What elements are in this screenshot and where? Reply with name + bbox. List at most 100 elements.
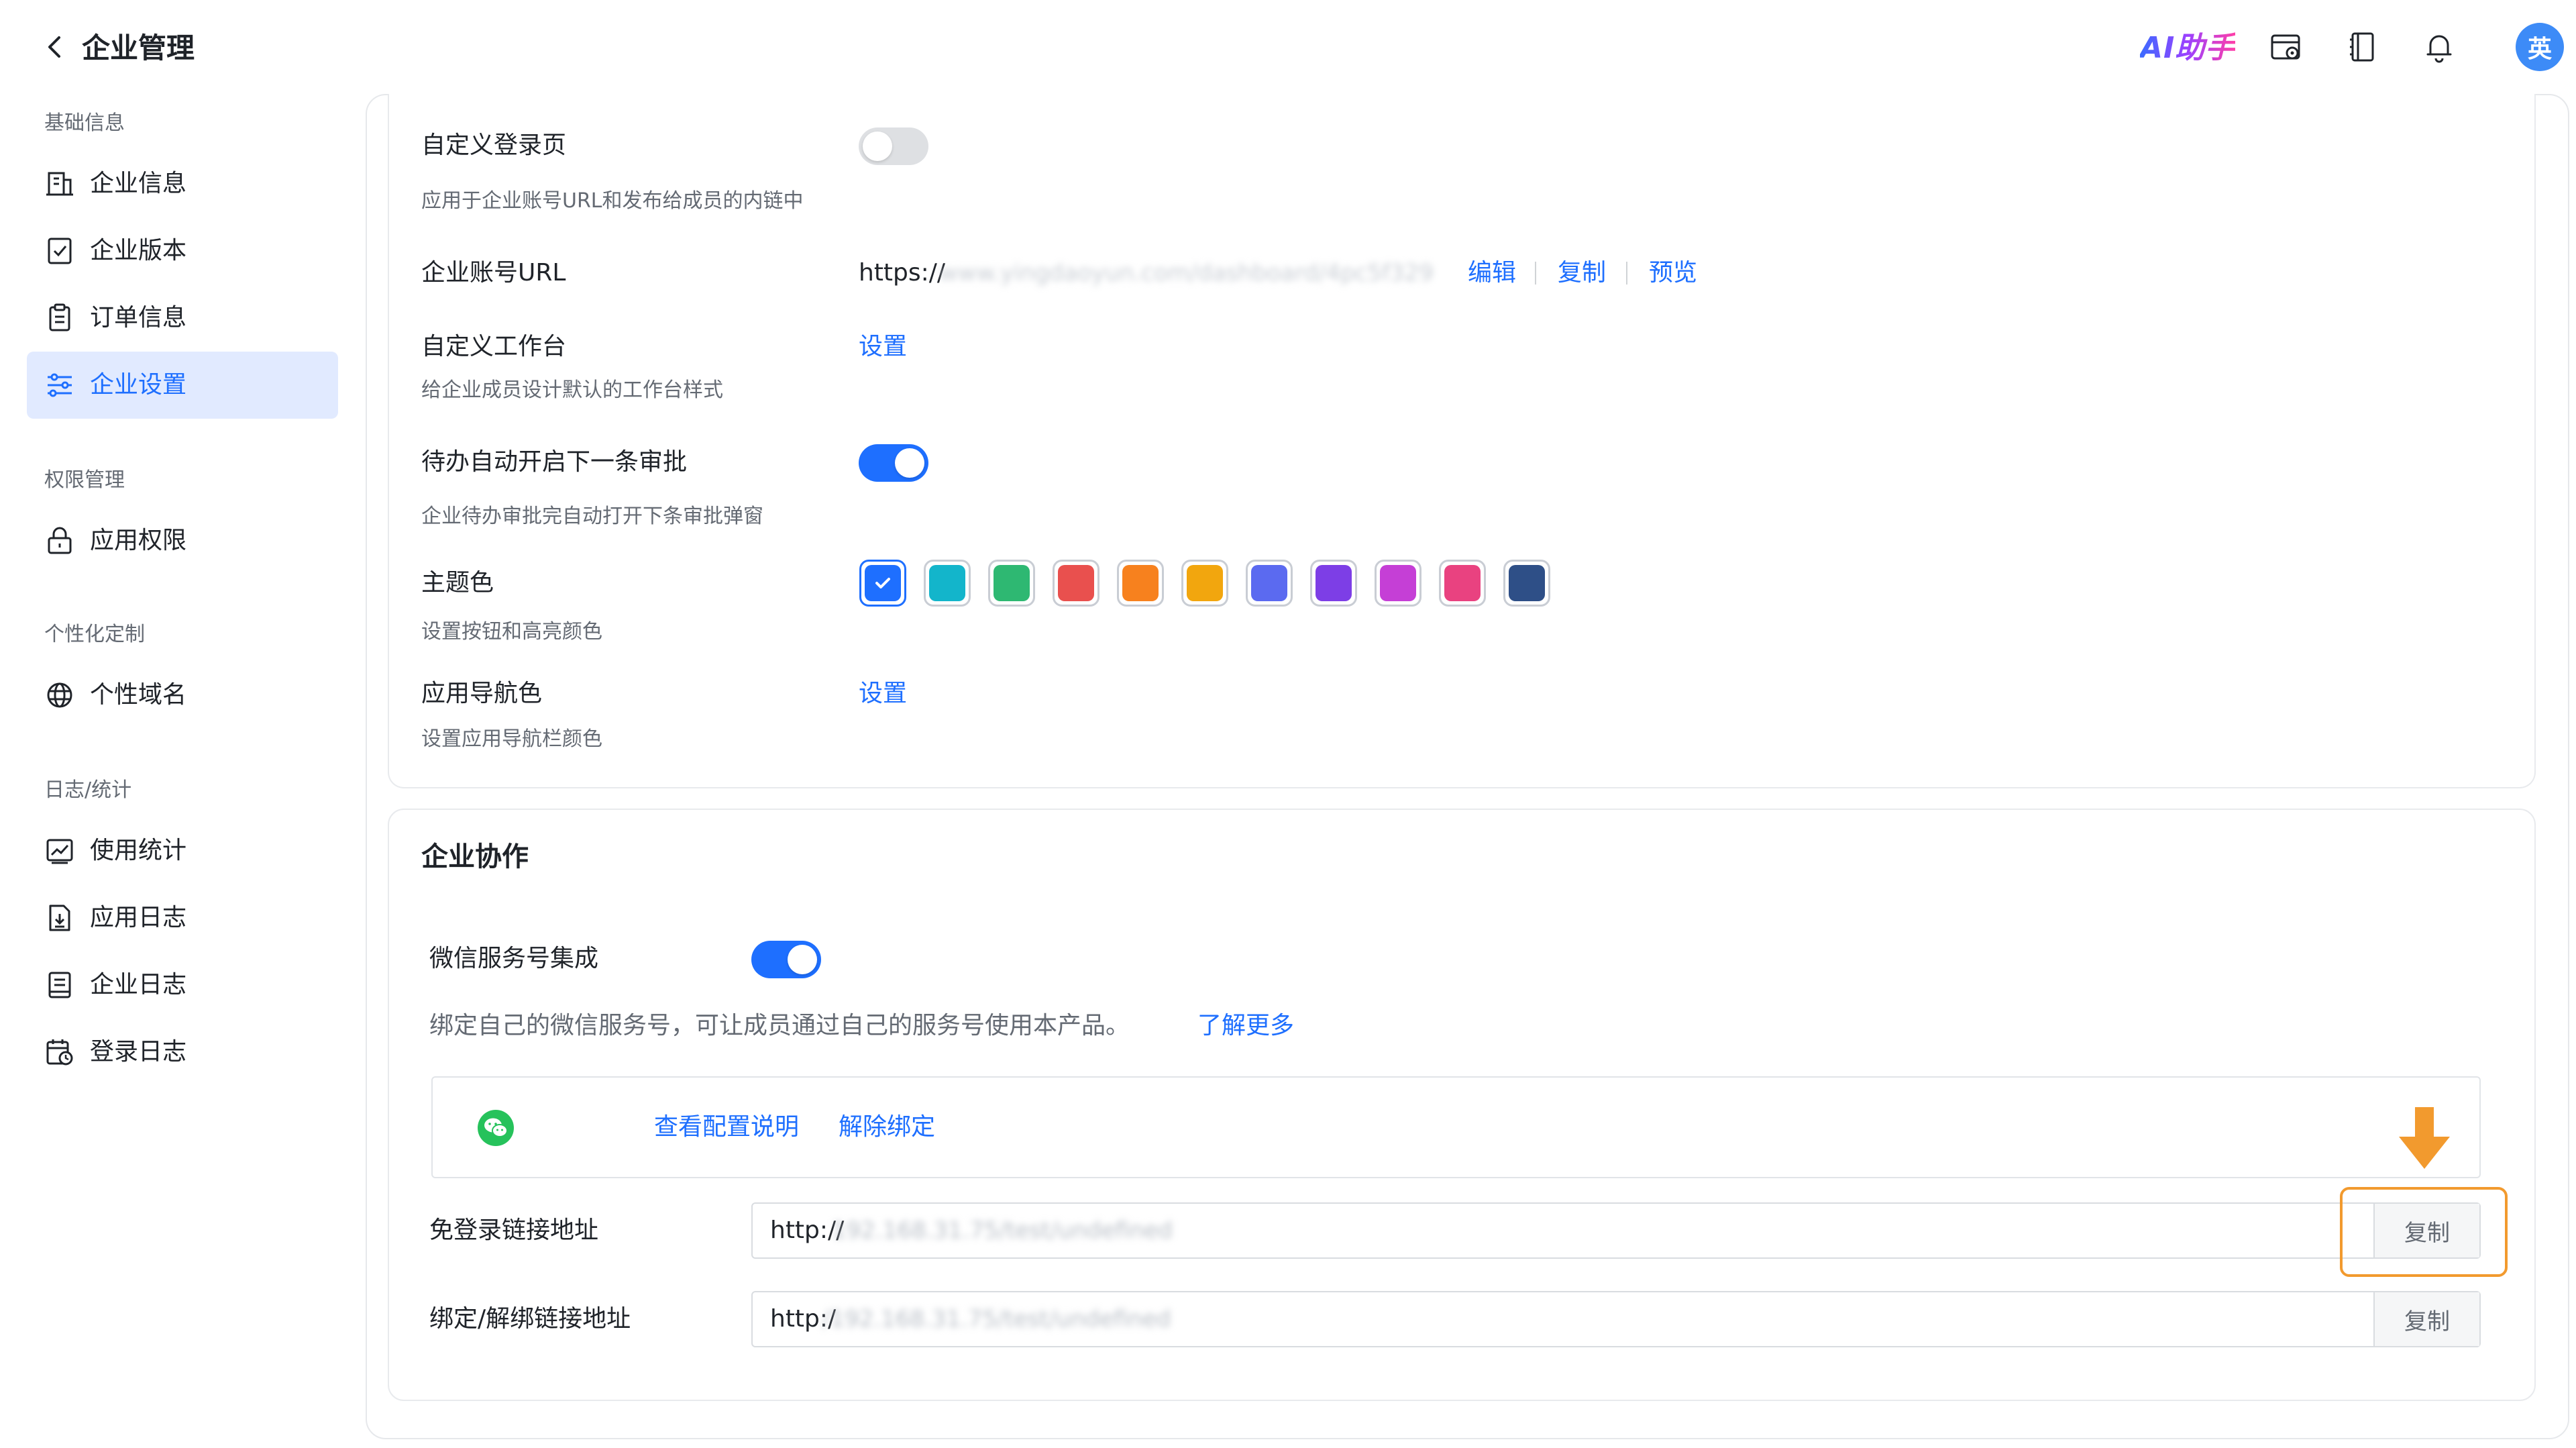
- theme-color-swatch[interactable]: [1439, 560, 1486, 607]
- theme-color-chip: [865, 565, 901, 601]
- auto-next-approval-label: 待办自动开启下一条审批: [421, 448, 688, 476]
- bind-unbind-link-label: 绑定/解绑链接地址: [429, 1305, 631, 1333]
- building-icon: [44, 168, 75, 199]
- calendar-settings-icon[interactable]: [2267, 28, 2305, 66]
- bell-icon[interactable]: [2420, 28, 2458, 66]
- sidebar-item-login-logs[interactable]: 登录日志: [27, 1019, 338, 1086]
- login-free-link-label: 免登录链接地址: [429, 1217, 599, 1244]
- bind-unbind-link-field[interactable]: http:/ /192.168.31.75/test/undefined 复制: [751, 1291, 2481, 1347]
- copy-bind-unbind-link-button[interactable]: 复制: [2373, 1292, 2479, 1346]
- globe-icon: [44, 680, 75, 711]
- check-icon: [875, 578, 890, 588]
- theme-color-swatch[interactable]: [924, 560, 971, 607]
- toggle-knob: [863, 132, 892, 161]
- theme-color-swatch[interactable]: [1310, 560, 1357, 607]
- sidebar-item-app-logs[interactable]: 应用日志: [27, 884, 338, 951]
- learn-more-link[interactable]: 了解更多: [1197, 1010, 1294, 1042]
- preview-url-link[interactable]: 预览: [1649, 257, 1697, 289]
- auto-next-approval-toggle[interactable]: [859, 444, 928, 482]
- nav-color-setup-link[interactable]: 设置: [859, 678, 907, 710]
- login-free-link-field[interactable]: http:// 192.168.31.75/test/undefined 复制: [751, 1202, 2481, 1259]
- toggle-knob: [788, 945, 817, 974]
- theme-color-chip: [1058, 565, 1094, 601]
- user-avatar[interactable]: 英: [2516, 23, 2564, 71]
- back-arrow-icon[interactable]: [42, 32, 68, 62]
- collab-section-title: 企业协作: [421, 841, 529, 872]
- custom-login-label: 自定义登录页: [421, 132, 567, 159]
- sidebar-item-label: 企业日志: [90, 971, 187, 998]
- divider: [1535, 262, 1536, 285]
- sidebar-item-enterprise-logs[interactable]: 企业日志: [27, 951, 338, 1019]
- theme-color-chip: [1187, 565, 1223, 601]
- sidebar-item-enterprise-settings[interactable]: 企业设置: [27, 352, 338, 419]
- annotation-highlight-box: [2340, 1187, 2508, 1277]
- bind-unbind-link-masked: /192.168.31.75/test/undefined: [822, 1306, 1171, 1333]
- workbench-setup-link[interactable]: 设置: [859, 331, 907, 363]
- book-icon[interactable]: [2344, 28, 2381, 66]
- annotation-arrow-icon: [2399, 1107, 2450, 1169]
- sidebar-group-customization: 个性化定制: [44, 623, 145, 646]
- theme-color-chip: [929, 565, 965, 601]
- theme-color-swatch[interactable]: [1053, 560, 1099, 607]
- wechat-integration-toggle[interactable]: [751, 941, 821, 978]
- login-log-icon: [44, 1037, 75, 1068]
- nav-color-desc: 设置应用导航栏颜色: [421, 727, 602, 751]
- app-log-icon: [44, 902, 75, 933]
- theme-color-swatch[interactable]: [859, 560, 906, 607]
- ai-assistant-button[interactable]: AI助手: [2140, 30, 2235, 67]
- custom-login-desc: 应用于企业账号URL和发布给成员的内链中: [421, 189, 804, 213]
- theme-color-swatch[interactable]: [1503, 560, 1550, 607]
- sidebar-group-logs: 日志/统计: [44, 778, 132, 802]
- theme-color-chip: [1444, 565, 1481, 601]
- custom-login-toggle[interactable]: [859, 127, 928, 165]
- sidebar-item-app-permissions[interactable]: 应用权限: [27, 507, 338, 574]
- sidebar-item-label: 个性域名: [90, 681, 187, 709]
- sidebar-item-label: 使用统计: [90, 837, 187, 864]
- login-free-link-masked: 192.168.31.75/test/undefined: [832, 1217, 1173, 1244]
- theme-color-chip: [1509, 565, 1545, 601]
- sidebar-item-label: 登录日志: [90, 1038, 187, 1066]
- custom-workbench-label: 自定义工作台: [421, 333, 567, 360]
- sidebar-item-enterprise-version[interactable]: 企业版本: [27, 217, 338, 285]
- account-url-label: 企业账号URL: [421, 259, 566, 287]
- sidebar-item-label: 企业版本: [90, 237, 187, 264]
- theme-color-swatch[interactable]: [1117, 560, 1164, 607]
- sidebar-item-label: 订单信息: [90, 304, 187, 331]
- theme-color-chip: [1316, 565, 1352, 601]
- sidebar-item-label: 应用日志: [90, 904, 187, 931]
- view-config-guide-link[interactable]: 查看配置说明: [654, 1111, 799, 1143]
- theme-color-swatch[interactable]: [1246, 560, 1293, 607]
- lock-icon: [44, 525, 75, 556]
- theme-color-chip: [994, 565, 1030, 601]
- theme-color-chip: [1380, 565, 1416, 601]
- toggle-knob: [895, 448, 924, 478]
- copy-url-link[interactable]: 复制: [1558, 257, 1606, 289]
- sidebar-item-custom-domain[interactable]: 个性域名: [27, 662, 338, 729]
- order-icon: [44, 303, 75, 333]
- sidebar-item-label: 企业信息: [90, 170, 187, 197]
- wechat-icon: [478, 1110, 514, 1146]
- wechat-integration-label: 微信服务号集成: [429, 945, 599, 972]
- unbind-link[interactable]: 解除绑定: [839, 1111, 935, 1143]
- theme-color-swatch[interactable]: [1181, 560, 1228, 607]
- sidebar-item-usage-stats[interactable]: 使用统计: [27, 817, 338, 884]
- custom-workbench-desc: 给企业成员设计默认的工作台样式: [421, 378, 723, 402]
- wechat-integration-desc: 绑定自己的微信服务号，可让成员通过自己的服务号使用本产品。: [429, 1012, 1130, 1039]
- account-url-masked: www.yingdaoyun.com/dashboard/4pc5f329: [939, 260, 1434, 287]
- enterprise-log-icon: [44, 970, 75, 1000]
- top-header: 企业管理 AI助手 英: [0, 0, 2576, 94]
- theme-color-swatch[interactable]: [988, 560, 1035, 607]
- account-url-prefix: https://: [859, 259, 946, 287]
- chart-icon: [44, 835, 75, 866]
- sidebar-item-order-info[interactable]: 订单信息: [27, 285, 338, 352]
- sidebar-group-basic: 基础信息: [44, 111, 125, 135]
- sidebar-item-enterprise-info[interactable]: 企业信息: [27, 150, 338, 217]
- version-icon: [44, 236, 75, 266]
- auto-next-approval-desc: 企业待办审批完自动打开下条审批弹窗: [421, 505, 763, 528]
- divider: [1626, 262, 1627, 285]
- edit-url-link[interactable]: 编辑: [1468, 257, 1516, 289]
- theme-color-swatch[interactable]: [1375, 560, 1421, 607]
- nav-color-label: 应用导航色: [421, 680, 543, 707]
- sidebar: 基础信息 企业信息 企业版本 订单信息 企业设置 权限管理 应用权限 个性化定制: [0, 94, 356, 1448]
- theme-color-chip: [1122, 565, 1159, 601]
